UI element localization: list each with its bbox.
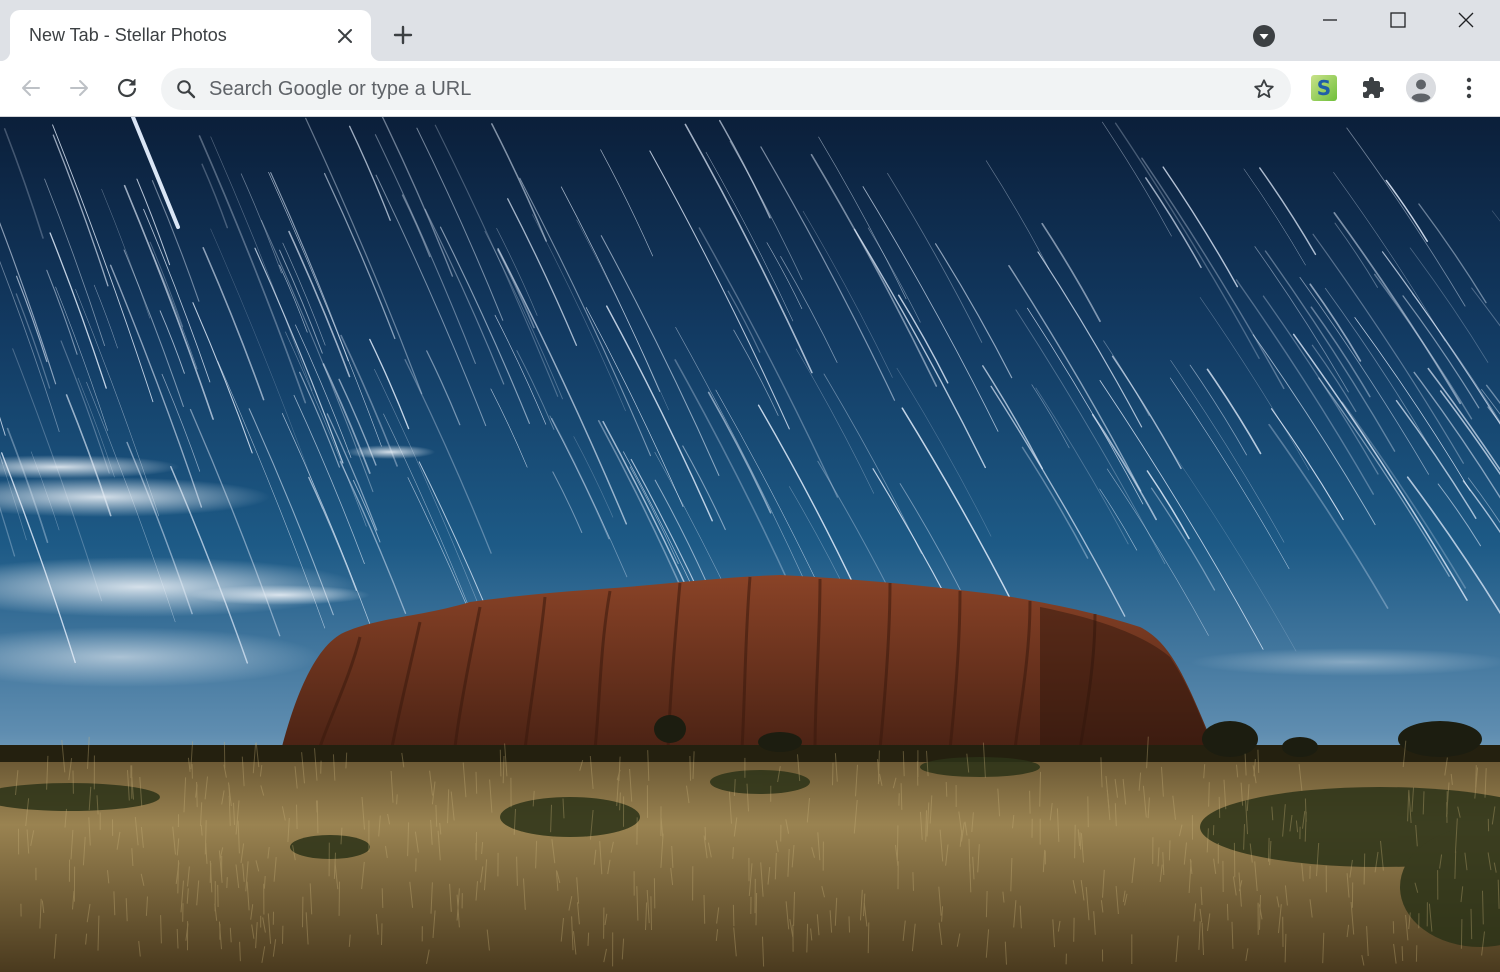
window-close-button[interactable] <box>1432 0 1500 40</box>
grass-blade <box>316 800 319 834</box>
extensions-button[interactable] <box>1354 69 1392 107</box>
grass-blade <box>1226 903 1229 921</box>
extension-s-button[interactable]: S <box>1305 69 1343 107</box>
tab-title: New Tab - Stellar Photos <box>29 25 227 45</box>
grass-blade <box>475 771 478 794</box>
star-icon <box>1254 79 1274 98</box>
grass-blade <box>650 896 652 931</box>
grass-blade <box>1029 790 1031 814</box>
grass-blade <box>689 755 691 781</box>
grass-blade <box>1470 908 1473 940</box>
grass-blade <box>848 916 850 933</box>
reload-icon <box>117 78 137 98</box>
grass-blade <box>1268 837 1270 862</box>
reload-button[interactable] <box>108 69 146 107</box>
grass-blade <box>1208 782 1210 807</box>
close-icon <box>338 29 352 43</box>
address-input[interactable] <box>209 68 1239 110</box>
grass-blade <box>900 783 903 810</box>
maximize-icon <box>1390 12 1406 28</box>
grass-blade <box>316 800 318 813</box>
extension-s-letter: S <box>1316 76 1332 100</box>
close-icon <box>1458 12 1474 28</box>
browser-toolbar: S <box>0 61 1500 117</box>
grass-blade <box>732 847 734 859</box>
grass-blade <box>499 749 502 777</box>
grass-blade <box>196 781 198 808</box>
grass-blade <box>945 781 948 797</box>
grass-blade <box>226 877 228 889</box>
grass-blade <box>1218 796 1221 818</box>
grass-blade <box>896 825 899 860</box>
grass-blade <box>704 826 707 841</box>
bookmark-star-button[interactable] <box>1251 76 1277 102</box>
tab-search-button[interactable] <box>1252 24 1276 48</box>
back-button[interactable] <box>12 69 50 107</box>
search-icon <box>174 77 198 101</box>
minimize-icon <box>1323 19 1337 21</box>
window-minimize-button[interactable] <box>1296 0 1364 40</box>
grass-blade <box>985 890 988 918</box>
grass-blade <box>296 804 298 830</box>
grass-blade <box>1087 796 1089 828</box>
grass-blade <box>1363 853 1366 885</box>
new-tab-button[interactable] <box>388 20 418 50</box>
menu-button[interactable] <box>1450 69 1488 107</box>
grass-blade <box>381 888 384 908</box>
grass-blade <box>587 932 590 946</box>
grass-blade <box>867 922 870 954</box>
grass-blade <box>832 762 834 786</box>
tab-active[interactable]: New Tab - Stellar Photos <box>0 10 381 61</box>
grass-blade <box>1168 840 1171 861</box>
omnibox[interactable] <box>161 68 1291 110</box>
grass-blade <box>177 860 179 894</box>
chevron-down-icon <box>1253 25 1275 47</box>
background-photo <box>0 117 1500 972</box>
arrow-right-icon <box>70 80 88 96</box>
grass-blade <box>755 892 758 926</box>
more-vertical-icon <box>1466 77 1472 99</box>
avatar-icon <box>1406 73 1436 103</box>
grass-blade <box>732 904 735 927</box>
arrow-left-icon <box>22 80 40 96</box>
grass-blade <box>1401 946 1404 962</box>
profile-button[interactable] <box>1402 69 1440 107</box>
tab-close-button[interactable] <box>332 23 358 49</box>
grass-blade <box>703 894 706 924</box>
plus-icon <box>393 25 413 45</box>
window-maximize-button[interactable] <box>1364 0 1432 40</box>
extension-s-icon: S <box>1311 75 1337 101</box>
grass-blade <box>1475 765 1477 788</box>
grass-blade <box>912 872 914 891</box>
grass-blade <box>1460 919 1463 949</box>
tab-strip: New Tab - Stellar Photos <box>0 0 1500 61</box>
grass-blade <box>381 923 383 946</box>
grass-blade <box>1079 832 1082 850</box>
puzzle-icon <box>1363 77 1384 98</box>
grass-blade <box>1074 824 1076 859</box>
grass-blade <box>396 794 398 805</box>
forward-button[interactable] <box>60 69 98 107</box>
